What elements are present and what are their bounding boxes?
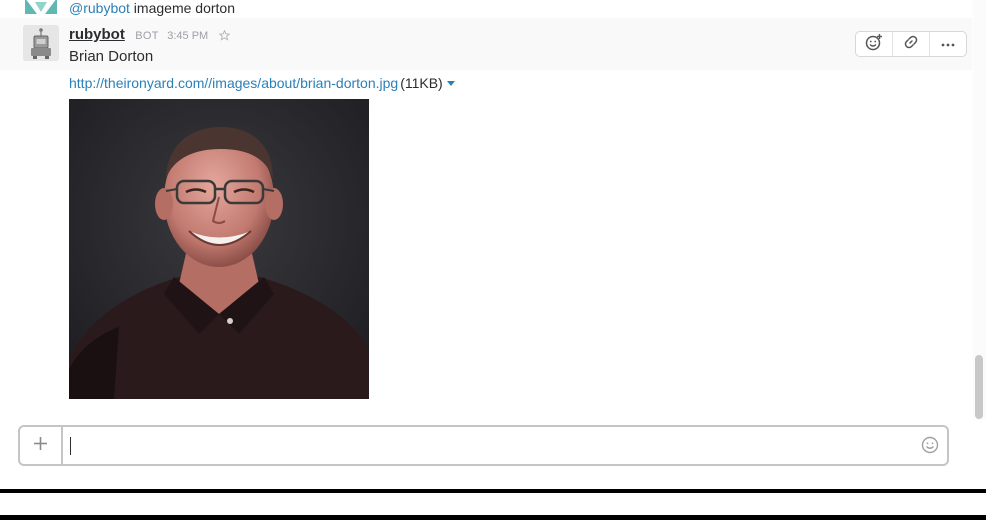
attachment-link[interactable]: http://theironyard.com//images/about/bri… xyxy=(69,75,398,91)
file-upload-button[interactable] xyxy=(20,427,63,464)
divider xyxy=(0,515,986,520)
star-icon[interactable] xyxy=(218,28,231,46)
add-reaction-icon xyxy=(865,33,883,56)
sender-name[interactable]: rubybot xyxy=(69,26,125,43)
command-text: imageme dorton xyxy=(129,0,235,16)
message-header: rubybot BOT 3:45 PM xyxy=(69,26,231,46)
message-composer xyxy=(18,425,949,466)
text-cursor xyxy=(70,437,71,455)
mention-link[interactable]: @rubybot xyxy=(69,0,130,16)
avatar[interactable] xyxy=(23,25,59,61)
caret-down-icon[interactable] xyxy=(446,74,455,90)
previous-message-text: @rubybot imageme dorton xyxy=(69,0,235,16)
attachment-line: http://theironyard.com//images/about/bri… xyxy=(69,74,455,91)
divider xyxy=(0,489,986,493)
previous-message: @rubybot imageme dorton xyxy=(0,0,972,18)
message-input[interactable] xyxy=(64,431,916,460)
bot-badge: BOT xyxy=(135,30,159,42)
scrollbar-thumb[interactable] xyxy=(975,355,983,419)
timestamp[interactable]: 3:45 PM xyxy=(167,30,208,42)
message: rubybot BOT 3:45 PM Brian Dorton http://… xyxy=(0,18,972,402)
more-icon xyxy=(940,35,956,53)
emoji-icon xyxy=(921,436,939,458)
link-icon xyxy=(903,34,919,55)
message-text: Brian Dorton xyxy=(69,48,154,65)
plus-icon xyxy=(33,436,48,456)
add-reaction-button[interactable] xyxy=(856,32,893,56)
copy-link-button[interactable] xyxy=(893,32,930,56)
image-preview[interactable] xyxy=(69,99,369,399)
more-actions-button[interactable] xyxy=(930,32,966,56)
attachment-size: (11KB) xyxy=(400,75,443,91)
message-actions xyxy=(855,31,967,57)
emoji-button[interactable] xyxy=(921,436,941,456)
previous-avatar[interactable] xyxy=(23,0,59,14)
